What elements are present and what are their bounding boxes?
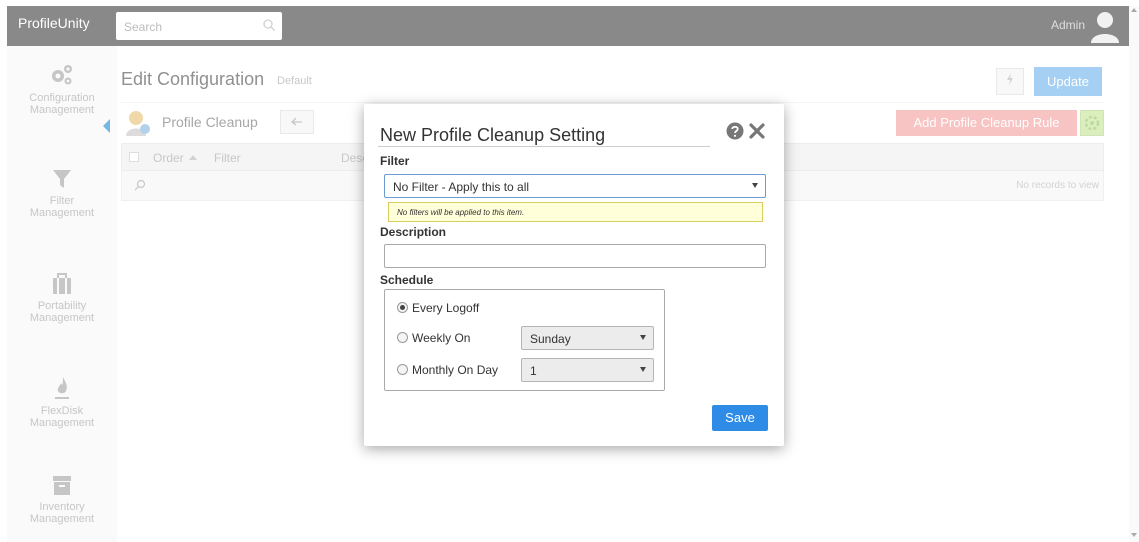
weekly-on-label: Weekly On bbox=[412, 331, 471, 345]
title-divider bbox=[378, 146, 710, 147]
weekly-on-option[interactable]: Weekly On bbox=[397, 331, 470, 345]
monthly-day-value: 1 bbox=[530, 364, 537, 378]
monthly-on-day-radio[interactable] bbox=[397, 364, 408, 375]
close-icon[interactable] bbox=[749, 122, 765, 140]
filter-note: No filters will be applied to this item. bbox=[388, 202, 763, 222]
filter-label: Filter bbox=[380, 154, 410, 168]
save-button[interactable]: Save bbox=[712, 405, 768, 431]
new-profile-cleanup-dialog: New Profile Cleanup Setting Filter No Fi… bbox=[364, 104, 784, 446]
schedule-group: Every Logoff Weekly On Sunday Monthly On… bbox=[384, 289, 665, 391]
scrollbar[interactable] bbox=[1129, 6, 1139, 542]
help-icon[interactable] bbox=[726, 122, 744, 140]
chevron-down-icon bbox=[752, 183, 758, 188]
every-logoff-label: Every Logoff bbox=[412, 301, 480, 315]
dialog-title: New Profile Cleanup Setting bbox=[380, 125, 606, 145]
monthly-on-day-label: Monthly On Day bbox=[412, 363, 499, 377]
scroll-up-icon[interactable] bbox=[1131, 8, 1137, 12]
monthly-on-day-option[interactable]: Monthly On Day bbox=[397, 363, 498, 377]
schedule-label: Schedule bbox=[380, 273, 434, 287]
weekly-day-select[interactable]: Sunday bbox=[521, 326, 654, 350]
description-field[interactable] bbox=[384, 244, 766, 268]
description-label: Description bbox=[380, 225, 447, 239]
every-logoff-option[interactable]: Every Logoff bbox=[397, 301, 479, 315]
filter-select[interactable]: No Filter - Apply this to all bbox=[384, 174, 766, 198]
weekly-day-value: Sunday bbox=[530, 332, 571, 346]
chevron-down-icon bbox=[640, 367, 646, 372]
filter-selected-value: No Filter - Apply this to all bbox=[393, 180, 530, 194]
weekly-on-radio[interactable] bbox=[397, 332, 408, 343]
every-logoff-radio[interactable] bbox=[397, 302, 408, 313]
monthly-day-select[interactable]: 1 bbox=[521, 358, 654, 382]
scroll-down-icon[interactable] bbox=[1131, 533, 1137, 537]
chevron-down-icon bbox=[640, 335, 646, 340]
